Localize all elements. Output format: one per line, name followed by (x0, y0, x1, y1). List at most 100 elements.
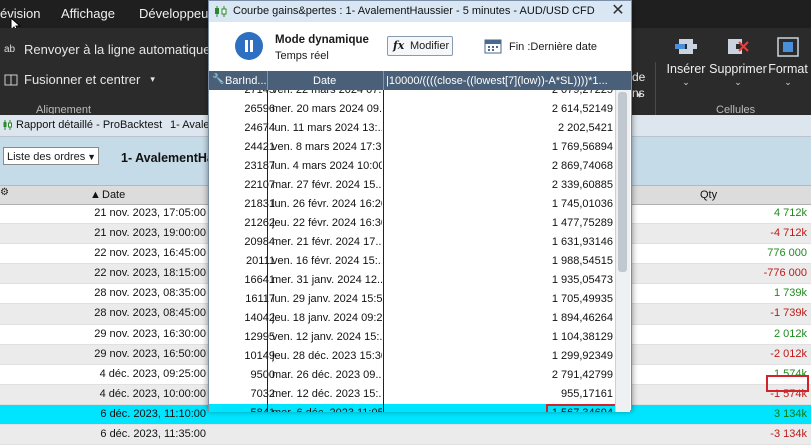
table-row[interactable]: 21831 lun. 26 févr. 2024 16:20 1 745,01036 (209, 195, 617, 215)
date-cell: mer. 20 mars 2024 09... (272, 103, 382, 115)
date-cell: ven. 22 mars 2024 07... (272, 90, 382, 96)
wrench-icon[interactable]: 🔧 (212, 74, 224, 85)
table-row[interactable]: 14042 jeu. 18 janv. 2024 09:20 1 894,46264 (209, 309, 617, 329)
modify-button[interactable]: fx Modifier (387, 36, 453, 56)
date-cell: ven. 16 févr. 2024 15:... (272, 255, 382, 267)
delete-button[interactable]: Supprimer ⌄ (708, 36, 768, 88)
column-header-barindex[interactable]: BarInd... (225, 75, 267, 87)
table-row[interactable]: 10149 jeu. 28 déc. 2023 15:30 1 299,92349 (209, 347, 617, 367)
calendar-icon[interactable] (484, 38, 502, 54)
delete-cells-icon (728, 39, 749, 54)
pause-button[interactable] (235, 32, 263, 60)
format-button[interactable]: Format ⌄ (766, 36, 810, 88)
table-row[interactable]: 9500 mar. 26 déc. 2023 09... 2 791,42799 (209, 366, 617, 386)
column-divider (383, 90, 384, 412)
value-cell: 2 614,52149 (551, 103, 613, 115)
value-cell: 2 791,42799 (551, 369, 613, 381)
table-row[interactable]: 22107 mar. 27 févr. 2024 15... 2 339,60885 (209, 176, 617, 196)
vertical-scrollbar[interactable] (615, 90, 630, 412)
bar-index-cell: 20111 (246, 255, 275, 267)
menu-developpeur[interactable]: Développeur (139, 6, 213, 21)
bar-index-cell: 12995 (244, 331, 275, 343)
value-cell: 1 631,93146 (551, 236, 613, 248)
order-date: 4 déc. 2023, 10:00:00 (99, 387, 206, 400)
table-row[interactable]: 7032 mer. 12 déc. 2023 15:... 955,17161 (209, 385, 617, 405)
merge-center-button[interactable]: Fusionner et centrer ▾ (4, 72, 155, 87)
order-date: 6 déc. 2023, 11:35:00 (100, 428, 206, 441)
order-date: 29 nov. 2023, 16:30:00 (94, 327, 206, 340)
table-row[interactable]: 12995 ven. 12 janv. 2024 15:... 1 104,3812… (209, 328, 617, 348)
bar-index-cell: 14042 (244, 312, 275, 324)
table-row[interactable]: 23187 lun. 4 mars 2024 10:00 2 869,74068 (209, 157, 617, 177)
popup-toolbar: Mode dynamique Temps réel fx Modifier Fi… (209, 22, 631, 71)
bar-index-cell: 22107 (244, 179, 275, 191)
table-row[interactable]: 20111 ven. 16 févr. 2024 15:... 1 988,5451… (209, 252, 617, 272)
table-row[interactable]: 26596 mer. 20 mars 2024 09... 2 614,52149 (209, 100, 617, 120)
date-cell: mer. 12 déc. 2023 15:... (272, 388, 382, 400)
column-separator[interactable] (383, 71, 384, 90)
order-date: 22 nov. 2023, 18:15:00 (94, 267, 206, 280)
settings-icon[interactable]: ⚙ (0, 187, 9, 198)
date-cell: mer. 6 déc. 2023 11:05 (272, 407, 382, 412)
order-list-select-value: Liste des ordres (7, 151, 86, 163)
tab-strategy[interactable]: 1- Avale (170, 119, 210, 131)
order-date: 29 nov. 2023, 16:50:00 (94, 347, 206, 360)
tab-detailed-report[interactable]: Rapport détaillé - ProBacktest (16, 119, 162, 131)
close-icon[interactable]: ✕ (609, 2, 627, 20)
value-cell: 1 988,54515 (551, 255, 613, 267)
column-separator[interactable] (267, 71, 268, 90)
column-header-date[interactable]: Date (102, 189, 125, 201)
format-cells-icon (777, 37, 799, 57)
table-row[interactable]: 21262 jeu. 22 févr. 2024 16:30 1 477,75289 (209, 214, 617, 234)
table-row[interactable]: 20984 mer. 21 févr. 2024 17... 1 631,93146 (209, 233, 617, 253)
table-row[interactable]: 16117 lun. 29 janv. 2024 15:50 1 705,49935 (209, 290, 617, 310)
insert-button[interactable]: Insérer ⌄ (662, 36, 710, 88)
value-cell: 2 869,74068 (551, 160, 613, 172)
order-date: 4 déc. 2023, 09:25:00 (99, 367, 206, 380)
order-list-select[interactable]: Liste des ordres ▼ (3, 147, 99, 165)
order-date: 22 nov. 2023, 16:45:00 (94, 247, 206, 260)
merge-icon (4, 74, 18, 85)
column-header-formula[interactable]: |10000/((((close-((lowest[7](low))-A*SL)… (386, 75, 616, 87)
value-cell: 2 202,5421 (557, 122, 613, 134)
popup-titlebar[interactable]: Courbe gains&pertes : 1- AvalementHaussi… (209, 1, 631, 23)
column-header-date[interactable]: Date (313, 75, 373, 87)
wrap-text-button[interactable]: ab Renvoyer à la ligne automatiqueme (4, 42, 229, 57)
date-cell: mar. 27 févr. 2024 15... (272, 179, 382, 191)
column-divider (267, 90, 268, 412)
column-header-qty[interactable]: Qty (700, 189, 717, 201)
bar-index-cell: 16641 (244, 274, 275, 286)
bar-index-cell: 26596 (244, 103, 275, 115)
value-cell: 1 935,05473 (551, 274, 613, 286)
wrap-text-label: Renvoyer à la ligne automatiqueme (24, 42, 229, 57)
order-qty: 4 712k (773, 207, 807, 219)
bar-index-cell: 16117 (245, 293, 275, 305)
menu-affichage[interactable]: Affichage (61, 6, 115, 21)
value-cell: 1 299,92349 (551, 350, 613, 362)
chevron-down-icon: ⌄ (734, 77, 742, 87)
table-row[interactable]: 16641 mer. 31 janv. 2024 12... 1 935,05473 (209, 271, 617, 291)
format-label: Format (768, 62, 808, 76)
bar-index-cell: 20984 (244, 236, 275, 248)
order-date: 21 nov. 2023, 19:00:00 (94, 227, 206, 240)
value-cell: 2 079,27225 (551, 90, 613, 96)
order-qty: 2 012k (773, 327, 807, 340)
date-cell: lun. 11 mars 2024 13:... (272, 122, 382, 134)
candlestick-icon (3, 120, 12, 130)
order-date: 28 nov. 2023, 08:35:00 (94, 287, 206, 300)
insert-label: Insérer (666, 62, 706, 76)
table-row[interactable]: 24421 ven. 8 mars 2024 17:30 1 769,56894 (209, 138, 617, 158)
equity-curve-window: Courbe gains&pertes : 1- AvalementHaussi… (208, 0, 632, 412)
order-date: 21 nov. 2023, 17:05:00 (94, 207, 206, 219)
end-date-label[interactable]: Fin :Dernière date (509, 41, 597, 53)
modify-label: Modifier (410, 40, 450, 52)
scrollbar-thumb[interactable] (618, 92, 627, 272)
table-row[interactable]: 24674 lun. 11 mars 2024 13:... 2 202,5421 (209, 119, 617, 139)
date-cell: mer. 21 févr. 2024 17... (272, 236, 382, 248)
value-cell: 955,17161 (561, 388, 613, 400)
bar-index-cell: 24421 (244, 141, 275, 153)
data-grid-body: 27145 ven. 22 mars 2024 07... 2 079,27225 2… (209, 90, 617, 412)
order-date: 28 nov. 2023, 08:45:00 (94, 307, 206, 320)
date-cell: jeu. 18 janv. 2024 09:20 (272, 312, 382, 324)
table-row[interactable]: 6 déc. 2023, 11:35:00 -3 134k (0, 425, 811, 445)
